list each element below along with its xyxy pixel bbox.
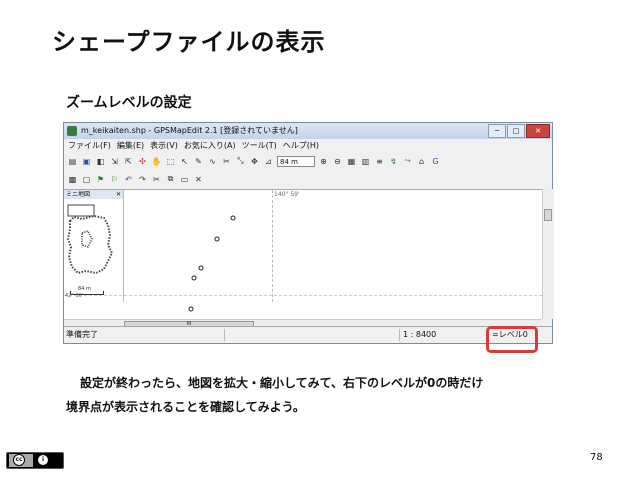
menu-help[interactable]: ヘルプ(H)	[283, 139, 319, 152]
paste-icon[interactable]: ▭	[179, 174, 190, 185]
status-scale: 1 : 8400	[399, 329, 488, 341]
cut-icon[interactable]: ✂	[151, 174, 162, 185]
app-window: m_keikaiten.shp - GPSMapEdit 2.1 [登録されてい…	[63, 122, 554, 344]
delete-icon[interactable]: ✕	[193, 174, 204, 185]
track-icon[interactable]: ⤳	[402, 156, 413, 167]
zoom-out-icon[interactable]: ⊖	[332, 156, 343, 167]
title-bar: m_keikaiten.shp - GPSMapEdit 2.1 [登録されてい…	[64, 123, 552, 139]
menu-bar: ファイル(F) 編集(E) 表示(V) お気に入り(A) ツール(T) ヘルプ(…	[64, 139, 552, 152]
map-canvas[interactable]: ミニ地図 ✕ 140° 59' 84 m 42° 30'	[64, 189, 542, 320]
boundary-point	[214, 236, 220, 242]
boundary-point	[188, 306, 194, 312]
redo-icon[interactable]: ↷	[137, 174, 148, 185]
status-bar: 準備完了 1 : 8400 =レベル0	[64, 326, 552, 343]
map-points	[188, 215, 236, 312]
properties-icon[interactable]: ▩	[67, 174, 78, 185]
layer-icon[interactable]: ▦	[346, 156, 357, 167]
app-icon	[67, 126, 77, 136]
status-empty-cell	[224, 329, 398, 341]
waypoint-icon[interactable]: ⚐	[109, 174, 120, 185]
main-toolbar: ▤ ▣ ◧ ⇲ ⇱ ✣ ✋ ⬚ ↖ ✎ ∿ ✂ ⤡ ✥ ⊿ 84 m ⊕ ⊖ ▦…	[64, 153, 552, 169]
cc-icon: cc	[13, 454, 25, 466]
description: 設定が終わったら、地図を拡大・縮小してみて、右下のレベルが0の時だけ 境界点が表…	[66, 371, 586, 419]
boundary-point	[198, 265, 204, 271]
gps-icon[interactable]: ✣	[137, 156, 148, 167]
google-icon[interactable]: G	[430, 156, 441, 167]
label-icon[interactable]: ≡	[374, 156, 385, 167]
menu-favorites[interactable]: お気に入り(A)	[184, 139, 236, 152]
grid-icon[interactable]: ▥	[360, 156, 371, 167]
select-tool-icon[interactable]: ⬚	[165, 156, 176, 167]
menu-view[interactable]: 表示(V)	[150, 139, 178, 152]
polyline-icon[interactable]: ∿	[207, 156, 218, 167]
close-button[interactable]: ✕	[526, 124, 550, 138]
menu-tools[interactable]: ツール(T)	[242, 139, 277, 152]
level-highlight-box	[486, 326, 538, 353]
section-title: ズームレベルの設定	[66, 95, 192, 111]
import-icon[interactable]: ⇲	[109, 156, 120, 167]
slide-title: シェープファイルの表示	[52, 28, 326, 56]
route-icon[interactable]: ↯	[388, 156, 399, 167]
folder-icon[interactable]: ◧	[95, 156, 106, 167]
description-line-2: 境界点が表示されることを確認してみよう。	[66, 400, 305, 414]
by-icon: i	[37, 454, 49, 466]
lock-icon[interactable]: ⌂	[416, 156, 427, 167]
description-line-1: 設定が終わったら、地図を拡大・縮小してみて、右下のレベルが0の時だけ	[80, 376, 484, 390]
document-icon[interactable]: ▢	[81, 174, 92, 185]
minimize-button[interactable]: ─	[488, 124, 506, 138]
window-title: m_keikaiten.shp - GPSMapEdit 2.1 [登録されてい…	[81, 126, 298, 135]
hand-tool-icon[interactable]: ✋	[151, 156, 162, 167]
maximize-button[interactable]: □	[507, 124, 525, 138]
save-icon[interactable]: ▣	[81, 156, 92, 167]
zoom-in-icon[interactable]: ⊕	[318, 156, 329, 167]
vertical-scrollbar[interactable]	[542, 189, 554, 319]
status-ready-text: 準備完了	[66, 330, 98, 339]
pointer-tool-icon[interactable]: ↖	[179, 156, 190, 167]
open-icon[interactable]: ▤	[67, 156, 78, 167]
move-tool-icon[interactable]: ✥	[249, 156, 260, 167]
copy-icon[interactable]: ⧉	[165, 174, 176, 185]
boundary-point	[191, 275, 197, 281]
zoom-scale-select[interactable]: 84 m	[277, 155, 315, 167]
vertical-scroll-thumb[interactable]	[544, 209, 552, 221]
boundary-point	[230, 215, 236, 221]
export-icon[interactable]: ⇱	[123, 156, 134, 167]
menu-edit[interactable]: 編集(E)	[117, 139, 144, 152]
undo-icon[interactable]: ↶	[123, 174, 134, 185]
transform-icon[interactable]: ⤡	[235, 156, 246, 167]
page-number: 78	[590, 452, 603, 463]
cut-tool-icon[interactable]: ✂	[221, 156, 232, 167]
secondary-toolbar: ▩ ▢ ⚑ ⚐ ↶ ↷ ✂ ⧉ ▭ ✕	[64, 171, 552, 187]
measure-icon[interactable]: ⊿	[263, 156, 274, 167]
edit-node-icon[interactable]: ✎	[193, 156, 204, 167]
menu-file[interactable]: ファイル(F)	[68, 139, 111, 152]
flag-icon[interactable]: ⚑	[95, 174, 106, 185]
cc-license-badge[interactable]: cc i	[6, 452, 64, 469]
